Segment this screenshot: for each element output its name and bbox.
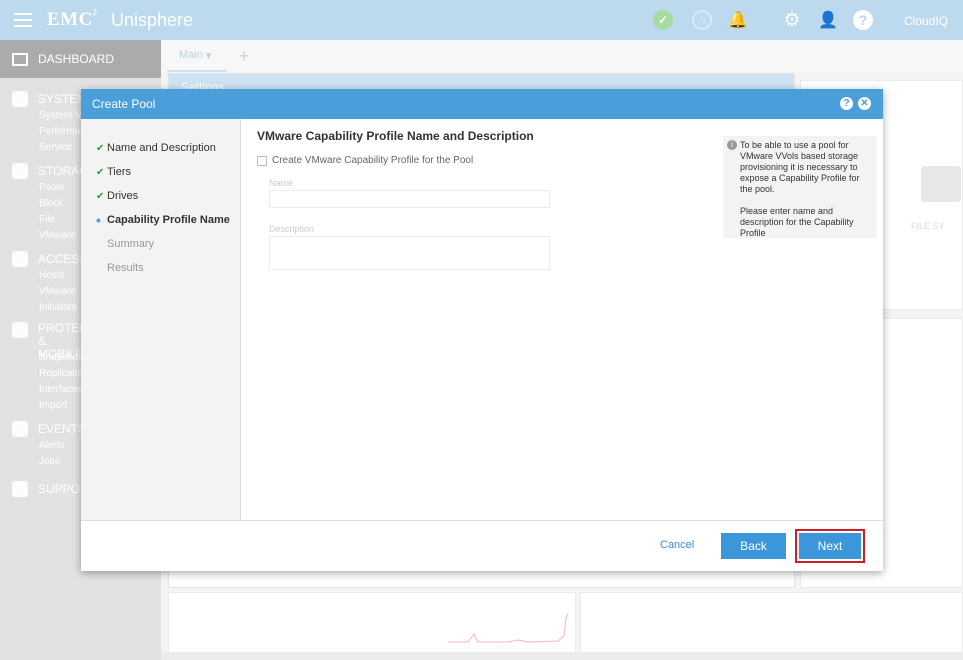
check-icon: ✔ [96, 142, 105, 154]
check-icon: ✔ [96, 190, 105, 202]
check-icon: ✔ [96, 166, 105, 178]
dialog-help-icon[interactable]: ? [840, 97, 853, 110]
cancel-button[interactable]: Cancel [660, 539, 694, 551]
jobs-clock-icon[interactable]: ◷ [692, 10, 712, 30]
create-pool-dialog: Create Pool ? ✕ ✔ Name and Description ✔ T… [81, 89, 883, 571]
step-drives[interactable]: ✔ Drives [81, 184, 240, 208]
next-button-highlight: Next [795, 529, 865, 563]
step-summary: Summary [107, 238, 155, 250]
section-title: VMware Capability Profile Name and Descr… [257, 129, 534, 143]
menu-icon[interactable] [14, 13, 32, 27]
dialog-footer: Cancel Back Next [81, 520, 883, 571]
next-button[interactable]: Next [799, 533, 861, 559]
description-field-label: Description [269, 224, 315, 234]
dialog-header: Create Pool ? ✕ [81, 89, 883, 119]
info-panel: i To be able to use a pool for VMware VV… [723, 136, 877, 238]
step-content: VMware Capability Profile Name and Descr… [257, 129, 717, 270]
help-icon[interactable]: ? [853, 10, 873, 30]
emc-logo: EMC2 [47, 8, 98, 30]
create-profile-checkbox[interactable] [257, 155, 267, 166]
dialog-title: Create Pool [92, 97, 156, 111]
back-button[interactable]: Back [721, 533, 786, 559]
step-capability-profile-name[interactable]: • Capability Profile Name [81, 208, 240, 232]
step-name-and-description[interactable]: ✔ Name and Description [81, 136, 240, 160]
system-ok-icon[interactable]: ✓ [653, 10, 673, 30]
alerts-bell-icon[interactable]: 🔔 [728, 10, 748, 30]
top-bar: EMC2 Unisphere ✓ ◷ 🔔 ⚙ 👤 ? CloudIQ [0, 0, 963, 40]
dialog-close-icon[interactable]: ✕ [858, 97, 871, 110]
settings-gear-icon[interactable]: ⚙ [782, 10, 802, 31]
current-dot-icon: • [96, 212, 101, 228]
user-icon[interactable]: 👤 [818, 10, 838, 30]
name-field-label: Name [269, 178, 294, 188]
info-text-2: Please enter name and description for th… [740, 206, 854, 238]
wizard-steps: ✔ Name and Description ✔ Tiers ✔ Drives • Ca… [81, 119, 241, 520]
product-name: Unisphere [111, 10, 194, 30]
step-results: Results [107, 262, 144, 274]
create-profile-checkbox-label: Create VMware Capability Profile for the… [272, 155, 474, 166]
step-tiers[interactable]: ✔ Tiers [81, 160, 240, 184]
info-text-1: To be able to use a pool for VMware VVol… [740, 140, 860, 194]
info-icon: i [727, 140, 737, 150]
description-input[interactable] [269, 236, 550, 270]
cloudiq-logo[interactable]: CloudIQ [904, 14, 948, 28]
create-profile-checkbox-row[interactable]: Create VMware Capability Profile for the… [257, 155, 717, 166]
name-input[interactable] [269, 190, 550, 208]
